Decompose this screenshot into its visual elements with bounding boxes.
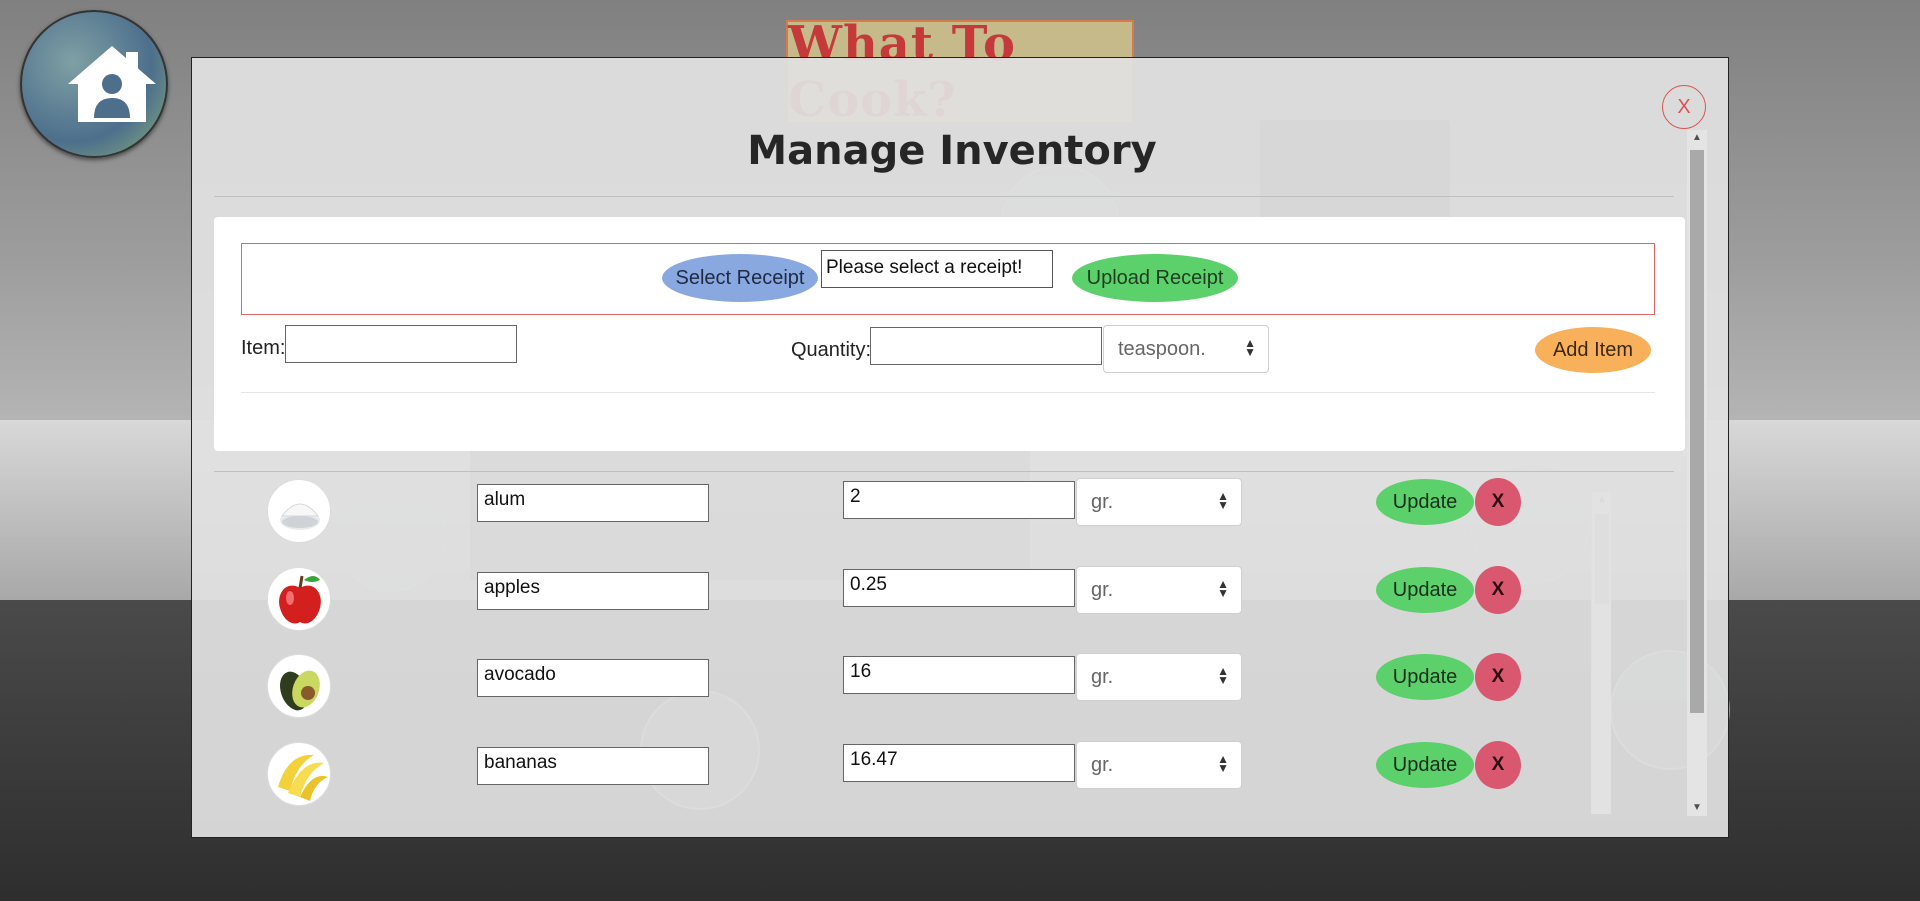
- add-item-card: Select Receipt Please select a receipt! …: [214, 217, 1685, 451]
- apple-icon: [267, 567, 331, 631]
- item-name-input[interactable]: bananas: [477, 747, 709, 785]
- item-name-input[interactable]: alum: [477, 484, 709, 522]
- home-button[interactable]: [20, 10, 168, 158]
- modal-close-button[interactable]: X: [1662, 85, 1706, 129]
- scroll-up-icon[interactable]: ▲: [1687, 130, 1707, 146]
- update-button[interactable]: Update: [1376, 654, 1474, 700]
- inventory-list: alum 2 gr. ▲ ▼ Update X apples 0.25 gr. ▲…: [252, 478, 1602, 808]
- item-unit-select[interactable]: gr. ▲ ▼: [1076, 741, 1242, 789]
- home-user-icon: [68, 46, 156, 122]
- avocado-icon: [267, 654, 331, 718]
- add-item-button[interactable]: Add Item: [1535, 327, 1651, 373]
- modal-scrollbar-thumb[interactable]: [1690, 150, 1704, 713]
- select-caret-icon: ▲ ▼: [1217, 577, 1229, 600]
- item-input[interactable]: [285, 325, 517, 363]
- delete-button[interactable]: X: [1475, 653, 1521, 701]
- item-unit-select[interactable]: gr. ▲ ▼: [1076, 653, 1242, 701]
- quantity-input[interactable]: [870, 327, 1102, 365]
- item-quantity-input[interactable]: 0.25: [843, 569, 1075, 607]
- select-caret-icon: ▲ ▼: [1244, 336, 1256, 359]
- list-item: bananas 16.47 gr. ▲ ▼ Update X: [252, 741, 1602, 808]
- select-caret-icon: ▲ ▼: [1217, 752, 1229, 775]
- list-item: alum 2 gr. ▲ ▼ Update X: [252, 478, 1602, 558]
- select-receipt-button[interactable]: Select Receipt: [662, 254, 818, 302]
- item-unit-select[interactable]: gr. ▲ ▼: [1076, 478, 1242, 526]
- receipt-section: Select Receipt Please select a receipt! …: [241, 243, 1655, 315]
- unit-select-value: teaspoon.: [1118, 338, 1206, 360]
- scroll-down-icon[interactable]: ▼: [1687, 800, 1707, 816]
- item-name-input[interactable]: avocado: [477, 659, 709, 697]
- unit-select[interactable]: teaspoon. ▲ ▼: [1103, 325, 1269, 373]
- item-unit-select[interactable]: gr. ▲ ▼: [1076, 566, 1242, 614]
- item-unit-value: gr.: [1091, 754, 1114, 776]
- item-quantity-input[interactable]: 16: [843, 656, 1075, 694]
- item-quantity-input[interactable]: 16.47: [843, 744, 1075, 782]
- delete-button[interactable]: X: [1475, 741, 1521, 789]
- manage-inventory-modal: X Manage Inventory Select Receipt Please…: [191, 57, 1729, 838]
- item-unit-value: gr.: [1091, 666, 1114, 688]
- upload-receipt-button[interactable]: Upload Receipt: [1072, 254, 1238, 302]
- item-label: Item:: [241, 337, 286, 359]
- title-divider: [214, 196, 1674, 197]
- item-quantity-input[interactable]: 2: [843, 481, 1075, 519]
- list-divider: [214, 471, 1674, 472]
- item-name-input[interactable]: apples: [477, 572, 709, 610]
- item-unit-value: gr.: [1091, 491, 1114, 513]
- banana-icon: [267, 742, 331, 806]
- list-item: apples 0.25 gr. ▲ ▼ Update X: [252, 566, 1602, 646]
- quantity-label: Quantity:: [791, 339, 872, 361]
- list-item: avocado 16 gr. ▲ ▼ Update X: [252, 653, 1602, 733]
- update-button[interactable]: Update: [1376, 479, 1474, 525]
- card-divider: [241, 392, 1655, 393]
- item-unit-value: gr.: [1091, 579, 1114, 601]
- modal-title: Manage Inventory: [747, 128, 1157, 174]
- alum-powder-icon: [267, 479, 331, 543]
- select-caret-icon: ▲ ▼: [1217, 664, 1229, 687]
- receipt-file-status: Please select a receipt!: [821, 250, 1053, 288]
- delete-button[interactable]: X: [1475, 478, 1521, 526]
- select-caret-icon: ▲ ▼: [1217, 489, 1229, 512]
- modal-scrollbar[interactable]: ▲ ▼: [1687, 130, 1707, 816]
- update-button[interactable]: Update: [1376, 742, 1474, 788]
- delete-button[interactable]: X: [1475, 566, 1521, 614]
- update-button[interactable]: Update: [1376, 567, 1474, 613]
